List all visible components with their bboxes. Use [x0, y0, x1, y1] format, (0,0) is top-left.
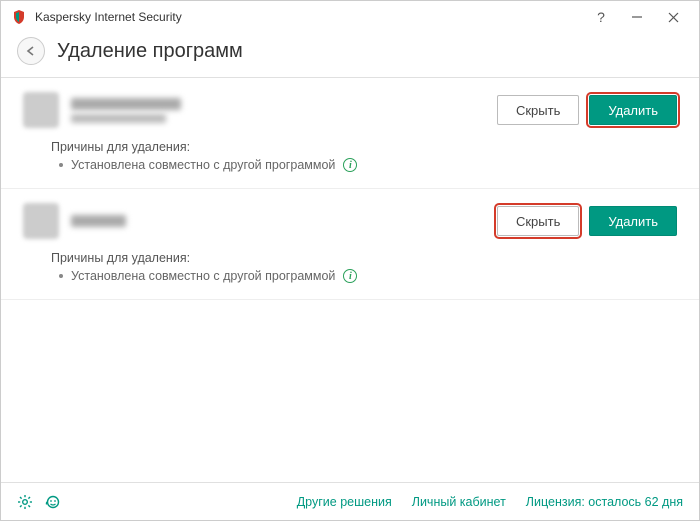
- reason-text: Установлена совместно с другой программо…: [71, 269, 335, 283]
- gear-icon: [17, 494, 33, 510]
- page-header: Удаление программ: [1, 33, 699, 78]
- minimize-icon: [631, 11, 643, 23]
- program-thumbnail: [23, 203, 59, 239]
- close-icon: [668, 12, 679, 23]
- support-icon: [45, 494, 61, 510]
- other-solutions-link[interactable]: Другие решения: [297, 495, 392, 509]
- bullet-icon: [59, 163, 63, 167]
- app-window: Kaspersky Internet Security ? Удаление п…: [0, 0, 700, 521]
- hide-button[interactable]: Скрыть: [497, 95, 579, 125]
- app-title: Kaspersky Internet Security: [35, 10, 182, 24]
- titlebar: Kaspersky Internet Security ?: [1, 1, 699, 33]
- bullet-icon: [59, 274, 63, 278]
- back-button[interactable]: [17, 37, 45, 65]
- back-arrow-icon: [25, 45, 37, 57]
- program-info: [71, 215, 126, 227]
- my-account-link[interactable]: Личный кабинет: [412, 495, 506, 509]
- license-link[interactable]: Лицензия: осталось 62 дня: [526, 495, 683, 509]
- settings-button[interactable]: [17, 494, 33, 510]
- minimize-button[interactable]: [619, 3, 655, 31]
- program-info: [71, 98, 181, 123]
- reasons-title: Причины для удаления:: [51, 251, 677, 265]
- reasons-title: Причины для удаления:: [51, 140, 677, 154]
- footer-bar: Другие решения Личный кабинет Лицензия: …: [1, 482, 699, 520]
- page-title: Удаление программ: [57, 40, 243, 63]
- program-item-row: Скрыть Удалить: [23, 203, 677, 239]
- program-item: Скрыть Удалить Причины для удаления: Уст…: [1, 78, 699, 189]
- removal-reasons: Причины для удаления: Установлена совмес…: [51, 251, 677, 283]
- removal-reasons: Причины для удаления: Установлена совмес…: [51, 140, 677, 172]
- help-icon: ?: [597, 9, 605, 25]
- program-name-blurred: [71, 98, 181, 110]
- program-item-row: Скрыть Удалить: [23, 92, 677, 128]
- reason-line: Установлена совместно с другой программо…: [59, 158, 677, 172]
- remove-button[interactable]: Удалить: [589, 206, 677, 236]
- kaspersky-logo-icon: [11, 9, 27, 25]
- help-button[interactable]: ?: [583, 3, 619, 31]
- support-button[interactable]: [45, 494, 61, 510]
- remove-button[interactable]: Удалить: [589, 95, 677, 125]
- program-item: Скрыть Удалить Причины для удаления: Уст…: [1, 189, 699, 300]
- program-vendor-blurred: [71, 114, 166, 123]
- close-button[interactable]: [655, 3, 691, 31]
- info-icon[interactable]: i: [343, 269, 357, 283]
- reason-text: Установлена совместно с другой программо…: [71, 158, 335, 172]
- reason-line: Установлена совместно с другой программо…: [59, 269, 677, 283]
- hide-button[interactable]: Скрыть: [497, 206, 579, 236]
- info-icon[interactable]: i: [343, 158, 357, 172]
- program-name-blurred: [71, 215, 126, 227]
- program-thumbnail: [23, 92, 59, 128]
- program-list: Скрыть Удалить Причины для удаления: Уст…: [1, 78, 699, 482]
